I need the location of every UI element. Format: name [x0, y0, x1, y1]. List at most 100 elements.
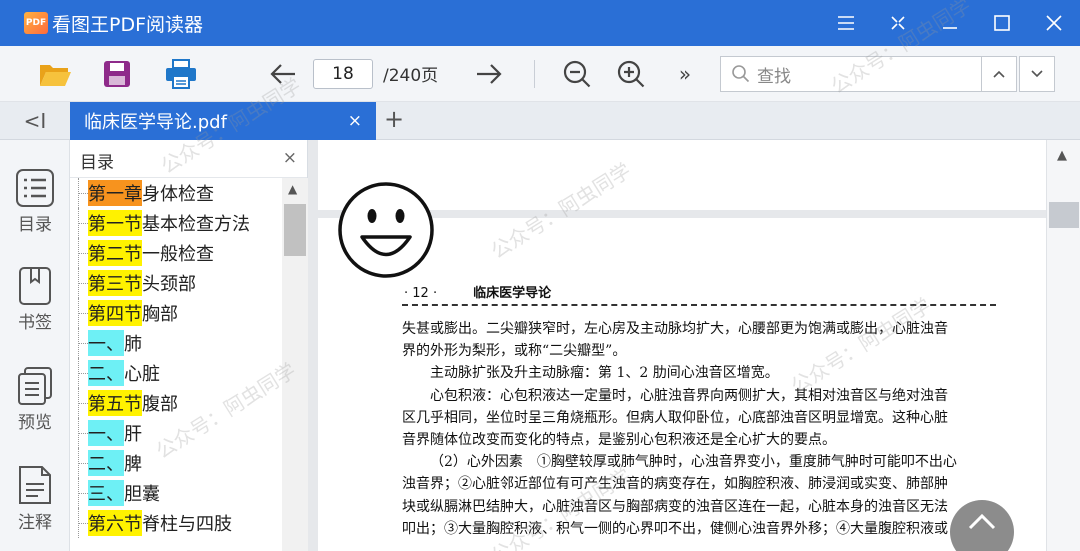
search-icon [732, 65, 750, 83]
sidebar-item-toc[interactable]: 目录 [0, 168, 70, 235]
outline-item[interactable]: 第四节 胸部 [70, 298, 178, 328]
header-rule [402, 304, 996, 306]
outline-item[interactable]: 第六节 脊柱与四肢 [70, 508, 232, 538]
zoom-in-icon[interactable] [614, 57, 648, 91]
outline-item-tag: 第五节 [88, 390, 142, 416]
outline-item-text: 腹部 [142, 394, 178, 415]
outline-item-tag: 第四节 [88, 300, 142, 326]
save-icon[interactable] [100, 57, 134, 91]
pin-icon[interactable] [872, 0, 924, 46]
outline-item-tag: 二、 [88, 360, 124, 386]
toolbar-divider [534, 60, 535, 88]
outline-item-tag: 二、 [88, 450, 124, 476]
outline-item-tag: 第二节 [88, 240, 142, 266]
outline-item-text: 胆囊 [124, 484, 160, 505]
sidebar-item-label: 注释 [18, 513, 52, 533]
text-line: 音界随体位改变而变化的特点，是鉴别心包积液还是全心扩大的要点。 [402, 432, 836, 449]
outline-item-text: 基本检查方法 [142, 214, 250, 235]
outline-item-tag: 第六节 [88, 510, 142, 536]
outline-item-tag: 第三节 [88, 270, 142, 296]
tab-label: 临床医学导论.pdf [84, 112, 227, 133]
search-next-button[interactable] [1019, 56, 1055, 92]
text-line: （2）心外因素 ①胸壁较厚或肺气肿时，心浊音界变小，重度肺气肿时可能叩不出心 [430, 454, 957, 471]
text-line: 主动脉扩张及升主动脉瘤：第 1、2 肋间心浊音区增宽。 [430, 365, 779, 382]
close-icon[interactable] [1028, 0, 1080, 46]
sidebar-item-label: 预览 [18, 413, 52, 433]
arrow-left-icon[interactable] [266, 57, 300, 91]
text-line: 界的外形为梨形，或称“二尖瓣型”。 [402, 343, 627, 360]
text-line: 心包积液：心包积液达一定量时，心脏浊音界向两侧扩大，其相对浊音区与绝对浊音 [430, 387, 948, 404]
more-button[interactable]: » [668, 57, 702, 91]
collapse-sidebar-button[interactable]: <I [0, 102, 70, 140]
outline-item-text: 一般检查 [142, 244, 214, 265]
sidebar-item-bookmarks[interactable]: 书签 [0, 266, 70, 333]
tab-close-icon[interactable]: × [348, 111, 362, 131]
scrollbar-thumb[interactable] [284, 204, 306, 256]
outline-item-text: 身体检查 [142, 184, 214, 205]
outline-item-text: 胸部 [142, 304, 178, 325]
maximize-icon[interactable] [976, 0, 1028, 46]
outline-close-icon[interactable]: × [283, 148, 297, 168]
outline-item-text: 脾 [124, 454, 142, 475]
outline-item-text: 肺 [124, 334, 142, 355]
outline-item-tag: 一、 [88, 330, 124, 356]
text-line: 区几乎相同，坐位时呈三角烧瓶形。但病人取仰卧位，心底部浊音区明显增宽。这种心脏 [402, 409, 948, 426]
sidebar: 目录 书签 预览 注释 [0, 140, 70, 551]
chevron-up-icon[interactable]: ▲ [1057, 148, 1067, 163]
chevron-up-icon [993, 70, 1005, 78]
add-tab-button[interactable]: + [384, 105, 404, 133]
bookmark-icon [19, 267, 51, 305]
tab-bar: <I 临床医学导论.pdf × + [0, 102, 1080, 140]
sidebar-item-label: 书签 [18, 313, 52, 333]
search-prev-button[interactable] [981, 56, 1017, 92]
toolbar: 18 /240页 » 查找 [0, 46, 1080, 102]
chevron-up-icon[interactable]: ▲ [288, 182, 297, 196]
outline-header: 目录 × [70, 140, 307, 178]
folder-open-icon[interactable] [38, 57, 72, 91]
text-line: 叩出；③大量胸腔积液、积气一侧的心界叩不出，健侧心浊音界外移；④大量腹腔积液或 [402, 520, 948, 537]
text-line: 块或纵膈淋巴结肿大，心脏浊音区与胸部病变的浊音区连在一起，心脏本身的浊音区无法 [402, 498, 948, 515]
sidebar-item-preview[interactable]: 预览 [0, 366, 70, 433]
running-header: · 12 · 临床医学导论 [404, 282, 551, 301]
title-bar: PDF 看图王PDF阅读器 [0, 0, 1080, 46]
outline-item[interactable]: 第一章 身体检查 [70, 178, 214, 208]
app-title: 看图王PDF阅读器 [52, 13, 204, 36]
window-controls [820, 0, 1080, 46]
text-line: 浊音界；②心脏邻近部位有可产生浊音的病变存在，如胸腔积液、肺浸润或实变、肺部肿 [402, 476, 948, 493]
outline-item[interactable]: 二、 心脏 [70, 358, 160, 388]
document-scrollbar[interactable]: ▲ [1046, 140, 1080, 551]
outline-item[interactable]: 第一节 基本检查方法 [70, 208, 250, 238]
outline-item-tag: 第一章 [88, 180, 142, 206]
outline-scrollbar[interactable]: ▲ [282, 178, 308, 551]
outline-item[interactable]: 第三节 头颈部 [70, 268, 196, 298]
annotation-icon [19, 466, 51, 504]
text-line: 失甚或膨出。二尖瓣狭窄时，左心房及主动脉均扩大，心腰部更为饱满或膨出，心脏浊音 [402, 321, 948, 337]
outline-item-text: 头颈部 [142, 274, 196, 295]
outline-item[interactable]: 三、 胆囊 [70, 478, 160, 508]
search-input[interactable]: 查找 [720, 56, 982, 92]
sidebar-item-annotations[interactable]: 注释 [0, 464, 70, 533]
arrow-right-icon[interactable] [472, 57, 506, 91]
search-placeholder: 查找 [757, 66, 791, 87]
outline-item-tag: 三、 [88, 480, 124, 506]
zoom-out-icon[interactable] [560, 57, 594, 91]
minimize-icon[interactable] [924, 0, 976, 46]
outline-item[interactable]: 二、脾 [70, 448, 142, 478]
outline-list: 第一章 身体检查 第一节 基本检查方法 第二节 一般检查 第三节 头颈部 第四节 胸部 一… [70, 178, 282, 551]
chevron-down-icon [1031, 70, 1043, 78]
tab-document[interactable]: 临床医学导论.pdf × [70, 102, 376, 140]
outline-item-tag: 一、 [88, 420, 124, 446]
thumbnails-icon [18, 367, 52, 405]
app-logo: PDF [24, 12, 48, 34]
outline-item[interactable]: 第五节 腹部 [70, 388, 178, 418]
page-number-input[interactable]: 18 [313, 59, 373, 89]
print-icon[interactable] [164, 57, 198, 91]
menu-icon[interactable] [820, 0, 872, 46]
outline-item[interactable]: 一、肝 [70, 418, 142, 448]
scrollbar-thumb[interactable] [1049, 202, 1079, 228]
outline-item[interactable]: 一、肺 [70, 328, 142, 358]
outline-item-tag: 第一节 [88, 210, 142, 236]
list-icon [16, 169, 54, 207]
sidebar-item-label: 目录 [18, 215, 52, 235]
outline-item[interactable]: 第二节 一般检查 [70, 238, 214, 268]
